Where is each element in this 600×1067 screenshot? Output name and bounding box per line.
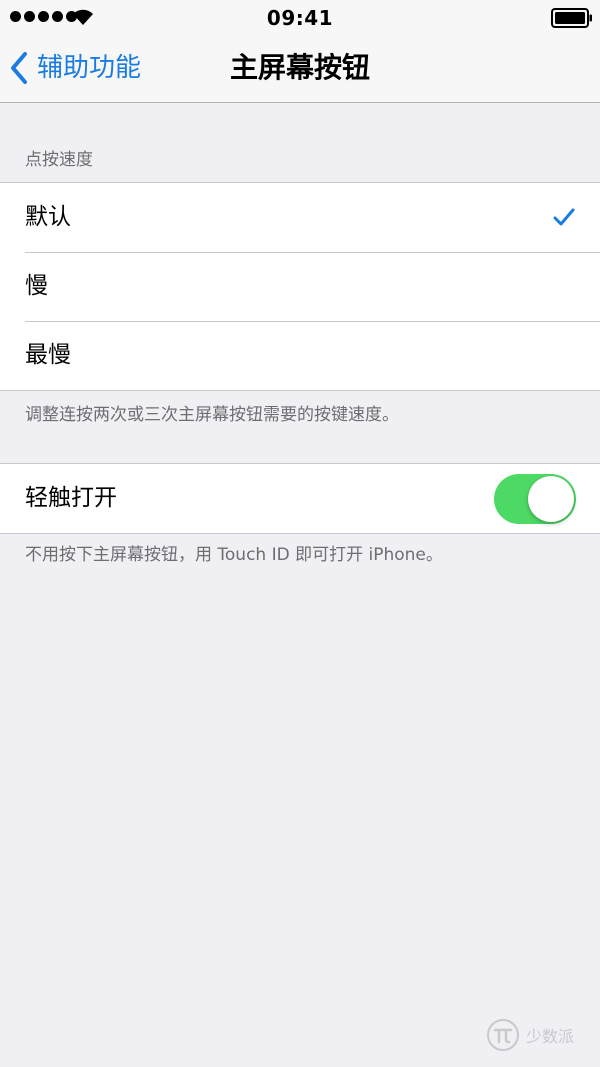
rest-finger-footer: 不用按下主屏幕按钮，用 Touch ID 即可打开 iPhone。 [25,545,443,565]
toggle-knob [528,476,574,522]
battery-icon [551,8,592,28]
click-speed-footer: 调整连按两次或三次主屏幕按钮需要的按键速度。 [25,405,399,425]
option-slowest-label: 最慢 [25,342,71,368]
rest-finger-cell: 轻触打开 [0,464,600,533]
rest-finger-group: 轻触打开 [0,463,600,534]
status-bar: 09:41 [0,0,600,36]
watermark-text: 少数派 [526,1027,575,1046]
navigation-bar: 辅助功能 主屏幕按钮 [0,36,600,103]
sspai-logo-icon [487,1019,519,1051]
option-slow[interactable]: 慢 [0,252,600,321]
status-time: 09:41 [266,6,334,30]
watermark: 少数派 [486,1018,574,1052]
rest-finger-toggle[interactable] [494,474,576,524]
option-default[interactable]: 默认 [0,183,600,252]
rest-finger-label: 轻触打开 [25,485,117,511]
click-speed-header: 点按速度 [25,150,93,170]
option-slowest[interactable]: 最慢 [0,321,600,390]
page-title: 主屏幕按钮 [229,51,370,84]
option-default-label: 默认 [25,204,71,230]
click-speed-options: 默认 慢 最慢 [0,182,600,391]
option-slow-label: 慢 [25,273,48,299]
checkmark-icon [553,208,575,226]
